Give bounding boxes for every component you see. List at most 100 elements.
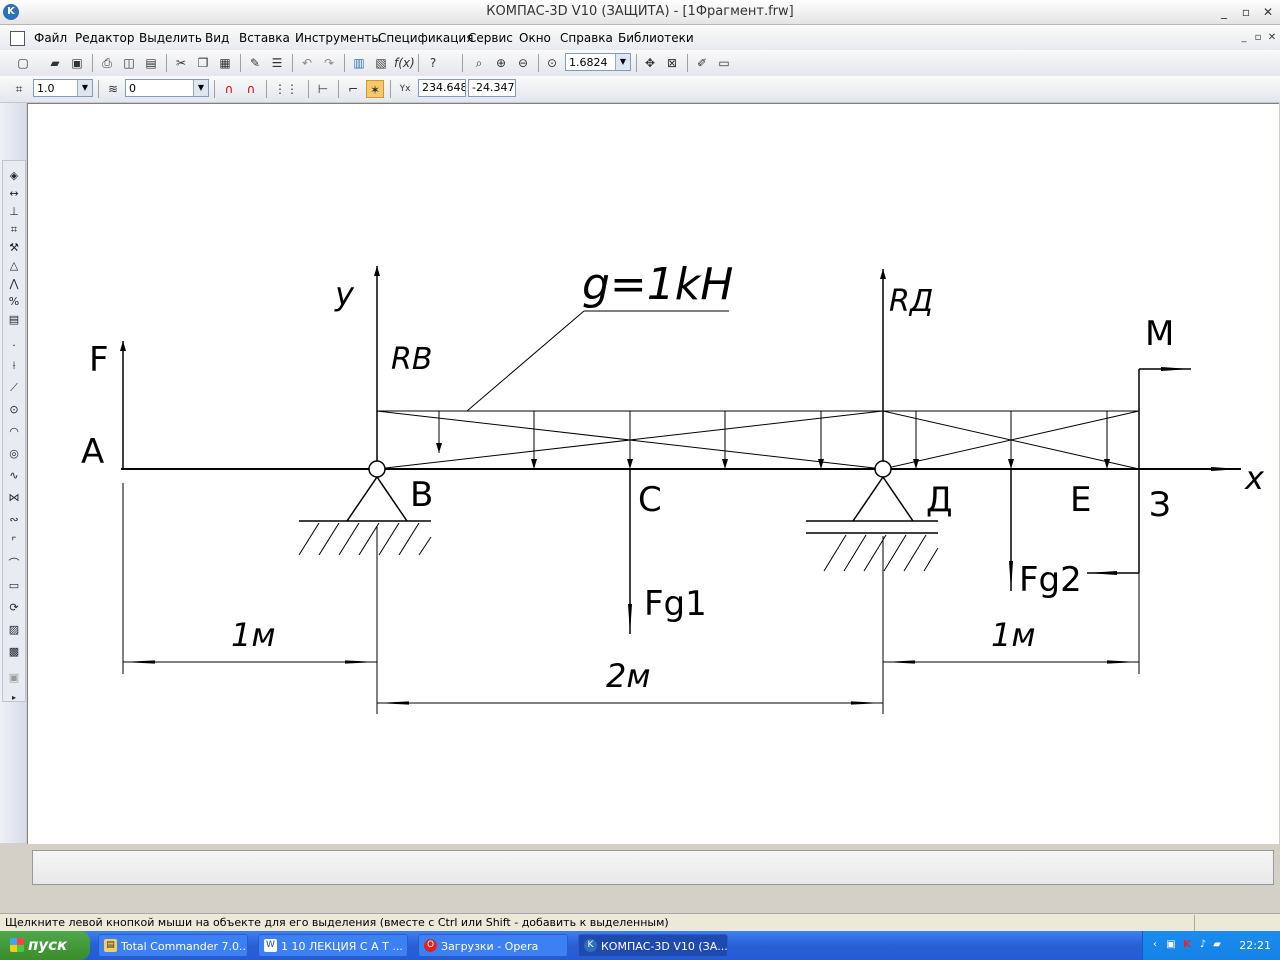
- selection-icon[interactable]: ⋀: [5, 275, 23, 293]
- refresh-icon[interactable]: ✐: [693, 54, 711, 72]
- label-d: Д: [926, 480, 953, 520]
- pan-icon[interactable]: ✥: [641, 54, 659, 72]
- coord-y-field[interactable]: -24.347: [468, 79, 516, 97]
- library-icon[interactable]: ▧: [372, 54, 390, 72]
- zoom-in-icon[interactable]: ⊕: [492, 54, 510, 72]
- menu-service[interactable]: Сервис: [468, 31, 513, 45]
- undo-icon[interactable]: ↶: [298, 54, 316, 72]
- zoom-window-icon[interactable]: ⌕: [470, 54, 488, 72]
- chevron-down-icon[interactable]: ▼: [77, 80, 92, 96]
- display-icon[interactable]: ▭: [715, 54, 733, 72]
- local-cs-icon[interactable]: ⊢: [314, 80, 332, 98]
- expand-icon[interactable]: ▸: [5, 689, 23, 707]
- chevron-down-icon[interactable]: ▼: [615, 54, 630, 70]
- tray-arrow-icon[interactable]: ‹: [1149, 939, 1161, 951]
- layers-icon[interactable]: ≋: [104, 80, 122, 98]
- layer-combo[interactable]: 0 ▼: [125, 79, 209, 97]
- new-icon[interactable]: ▢: [14, 54, 32, 72]
- contour-icon[interactable]: ⟳: [5, 599, 23, 617]
- aux-line-icon[interactable]: ⟊: [5, 357, 23, 375]
- fill-icon[interactable]: ▩: [5, 643, 23, 661]
- paste-icon[interactable]: ▦: [216, 54, 234, 72]
- menu-specification[interactable]: Спецификация: [378, 31, 473, 45]
- manager-icon[interactable]: ▥: [350, 54, 368, 72]
- save-icon[interactable]: ▣: [68, 54, 86, 72]
- label-z: З: [1149, 485, 1171, 525]
- ellipse-icon[interactable]: ◎: [5, 445, 23, 463]
- menu-view[interactable]: Вид: [205, 31, 229, 45]
- task-opera[interactable]: O Загрузки - Opera: [418, 934, 568, 957]
- report-icon[interactable]: ▤: [5, 311, 23, 329]
- chamfer-icon[interactable]: ⌜: [5, 533, 23, 551]
- close-button[interactable]: ✕: [1258, 3, 1278, 21]
- zoom-scale-icon[interactable]: ⊙: [543, 54, 561, 72]
- point-icon[interactable]: ·: [5, 337, 23, 355]
- help-pointer-icon[interactable]: ?: [424, 54, 442, 72]
- doc-close-button[interactable]: ✕: [1262, 29, 1280, 47]
- menu-tools[interactable]: Инструменты: [295, 31, 381, 45]
- volume-icon[interactable]: ♪: [1197, 939, 1209, 951]
- print-icon[interactable]: ⎙: [98, 54, 116, 72]
- standard-toolbar: ▢ ▰ ▣ ⎙ ◫ ▤ ✂ ❐ ▦ ✎ ☰ ↶ ↷ ▥ ▧ f(x) ? ⌕ ⊕…: [0, 50, 1280, 77]
- rectangle-icon[interactable]: ▭: [5, 577, 23, 595]
- task-word-document[interactable]: W1 10 ЛЕКЦИЯ С А Т ...: [258, 934, 408, 957]
- fillet-icon[interactable]: ⌒: [5, 555, 23, 573]
- preview-icon[interactable]: ◫: [120, 54, 138, 72]
- zoom-out-icon[interactable]: ⊖: [514, 54, 532, 72]
- copy-icon[interactable]: ❐: [194, 54, 212, 72]
- global-snap-icon[interactable]: ∩: [242, 80, 260, 98]
- designations-icon[interactable]: ⊥: [5, 203, 23, 221]
- dim-label-1: 1м: [231, 616, 276, 654]
- network-icon[interactable]: ▣: [1165, 939, 1177, 951]
- menu-editor[interactable]: Редактор: [75, 31, 134, 45]
- parametrization-icon[interactable]: ⚒: [5, 239, 23, 257]
- geometry-icon[interactable]: ◈: [5, 167, 23, 185]
- language-flag-icon[interactable]: ▰: [1211, 939, 1223, 951]
- open-icon[interactable]: ▰: [46, 54, 64, 72]
- zoom-combo[interactable]: 1.6824 ▼: [565, 53, 631, 71]
- snap-active-icon[interactable]: ✶: [366, 80, 384, 98]
- menu-select[interactable]: Выделить: [139, 31, 202, 45]
- format-brush-icon[interactable]: ✎: [246, 54, 264, 72]
- step-combo[interactable]: 1.0 ▼: [33, 79, 93, 97]
- macro-icon[interactable]: ▣: [5, 669, 23, 687]
- document-icon[interactable]: [10, 31, 25, 46]
- menu-libraries[interactable]: Библиотеки: [618, 31, 694, 45]
- grid-icon[interactable]: ⋮⋮: [274, 80, 298, 98]
- cursor-step-icon[interactable]: ⌗: [10, 80, 28, 98]
- restore-button[interactable]: ▫: [1236, 3, 1256, 21]
- menu-help[interactable]: Справка: [560, 31, 613, 45]
- ortho-icon[interactable]: ⌐: [344, 80, 362, 98]
- properties-icon[interactable]: ▤: [142, 54, 160, 72]
- menu-file[interactable]: Файл: [34, 31, 67, 45]
- antivirus-icon[interactable]: K: [1181, 939, 1193, 951]
- spline-icon[interactable]: ∿: [5, 467, 23, 485]
- redo-icon[interactable]: ↷: [320, 54, 338, 72]
- task-kompas[interactable]: K КОМПАС-3D V10 (ЗА...: [578, 934, 728, 957]
- task-total-commander[interactable]: ▤ Total Commander 7.0...: [98, 934, 248, 957]
- measure-icon[interactable]: △: [5, 257, 23, 275]
- polyline-icon[interactable]: ⋈: [5, 489, 23, 507]
- minimize-button[interactable]: _: [1214, 3, 1234, 21]
- beam-drawing: g=1kH A F y RB RД M x B C Д E З Fg1 Fg2 …: [81, 259, 1265, 714]
- start-button[interactable]: пуск: [0, 931, 90, 960]
- chevron-down-icon[interactable]: ▼: [193, 80, 208, 96]
- menu-insert[interactable]: Вставка: [239, 31, 290, 45]
- bezier-icon[interactable]: ∾: [5, 511, 23, 529]
- list-icon[interactable]: ☰: [268, 54, 286, 72]
- arc-icon[interactable]: ◠: [5, 423, 23, 441]
- fit-all-icon[interactable]: ⊠: [663, 54, 681, 72]
- local-snap-icon[interactable]: ∩: [220, 80, 238, 98]
- hatch-icon[interactable]: ▨: [5, 621, 23, 639]
- dimensions-icon[interactable]: ↔: [5, 185, 23, 203]
- segment-icon[interactable]: ⟋: [5, 379, 23, 397]
- spec-icon[interactable]: %: [5, 293, 23, 311]
- drawing-canvas[interactable]: g=1kH A F y RB RД M x B C Д E З Fg1 Fg2 …: [27, 103, 1279, 844]
- coord-x-field[interactable]: 234.648: [418, 79, 466, 97]
- cut-icon[interactable]: ✂: [172, 54, 190, 72]
- circle-icon[interactable]: ⊙: [5, 401, 23, 419]
- edit-icon[interactable]: ⌗: [5, 221, 23, 239]
- menu-window[interactable]: Окно: [519, 31, 551, 45]
- dim-label-3: 1м: [991, 616, 1036, 654]
- variables-icon[interactable]: f(x): [394, 54, 415, 72]
